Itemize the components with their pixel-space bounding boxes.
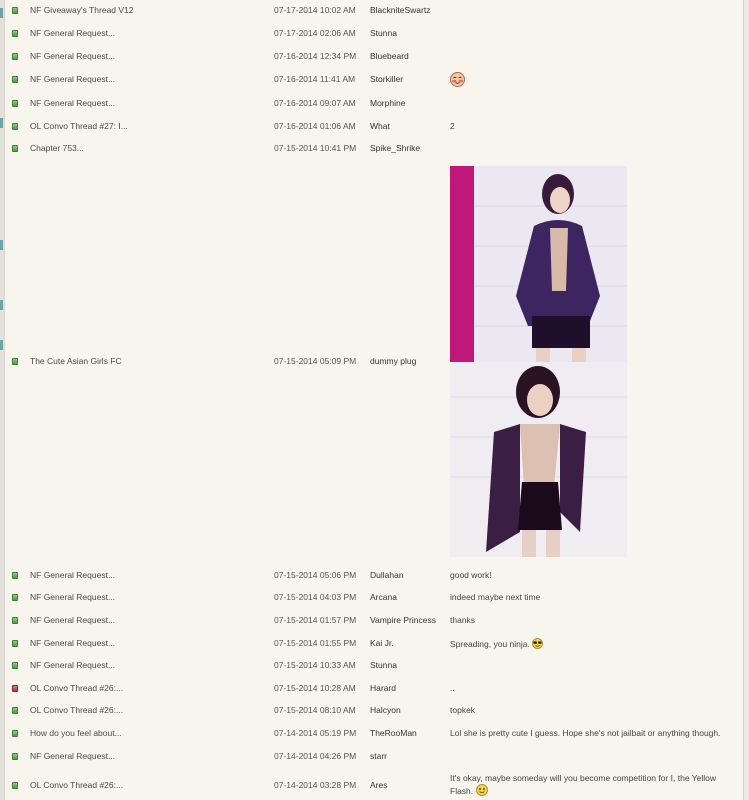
- user-link[interactable]: BlackniteSwartz: [370, 5, 430, 16]
- post-date: 07-15-2014 04:03 PM: [274, 592, 357, 602]
- post-preview: It's okay, maybe someday will you become…: [450, 772, 740, 797]
- status-icon: [12, 594, 18, 601]
- thread-link[interactable]: NF General Request...: [30, 751, 115, 762]
- user-link[interactable]: Vampire Princess: [370, 615, 436, 626]
- post-image[interactable]: [450, 166, 627, 362]
- status-icon: [12, 30, 18, 37]
- user-link[interactable]: Halcyon: [370, 705, 401, 716]
- thread-link[interactable]: Chapter 753...: [30, 143, 84, 154]
- post-date: 07-16-2014 01:06 AM: [274, 121, 356, 131]
- status-icon: [12, 782, 18, 789]
- post-date: 07-15-2014 01:57 PM: [274, 615, 357, 625]
- post-preview: [450, 72, 465, 90]
- post-preview: ..: [450, 683, 455, 693]
- post-text: It's okay, maybe someday will you become…: [450, 773, 717, 796]
- post-date: 07-17-2014 02:06 AM: [274, 28, 356, 38]
- post-date: 07-15-2014 10:33 AM: [274, 660, 356, 670]
- scrollbar[interactable]: [743, 0, 749, 800]
- post-date: 07-16-2014 12:34 PM: [274, 51, 357, 61]
- post-preview: Spreading, you ninja.: [450, 638, 544, 650]
- post-date: 07-17-2014 10:02 AM: [274, 5, 356, 15]
- status-icon: [12, 358, 18, 365]
- thread-link[interactable]: NF General Request...: [30, 592, 115, 603]
- edge-marker: [0, 8, 3, 18]
- user-link[interactable]: Stunna: [370, 28, 397, 39]
- thread-link[interactable]: OL Convo Thread #26:...: [30, 705, 123, 716]
- user-link[interactable]: Dullahan: [370, 570, 404, 581]
- status-icon: [12, 76, 18, 83]
- post-text: Spreading, you ninja.: [450, 639, 530, 649]
- performer-photo: [474, 166, 627, 362]
- thread-link[interactable]: OL Convo Thread #26:...: [30, 780, 123, 791]
- thread-link[interactable]: OL Convo Thread #26:...: [30, 683, 123, 694]
- user-link[interactable]: Morphine: [370, 98, 405, 109]
- blushing-face-icon: [450, 72, 465, 87]
- performer-photo: [450, 362, 627, 557]
- left-edge-bar: [0, 0, 5, 800]
- edge-marker: [0, 240, 3, 250]
- user-link[interactable]: What: [370, 121, 390, 132]
- status-icon: [12, 730, 18, 737]
- post-date: 07-15-2014 10:41 PM: [274, 143, 357, 153]
- status-icon: [12, 145, 18, 152]
- status-icon: [12, 640, 18, 647]
- thread-link[interactable]: The Cute Asian Girls FC: [30, 356, 122, 367]
- post-date: 07-15-2014 01:55 PM: [274, 638, 357, 648]
- post-preview: 2: [450, 121, 455, 131]
- post-date: 07-16-2014 11:41 AM: [274, 74, 356, 84]
- status-icon: [12, 617, 18, 624]
- thread-link[interactable]: NF General Request...: [30, 74, 115, 85]
- user-link[interactable]: Bluebeard: [370, 51, 409, 62]
- post-date: 07-15-2014 05:06 PM: [274, 570, 357, 580]
- post-date: 07-14-2014 05:19 PM: [274, 728, 357, 738]
- edge-marker: [0, 118, 3, 128]
- sunglasses-face-icon: [532, 638, 544, 649]
- status-icon: [12, 753, 18, 760]
- status-icon: [12, 707, 18, 714]
- status-icon: [12, 662, 18, 669]
- status-icon: [12, 100, 18, 107]
- post-preview: good work!: [450, 570, 492, 580]
- thread-link[interactable]: NF General Request...: [30, 98, 115, 109]
- thread-link[interactable]: NF General Request...: [30, 660, 115, 671]
- edge-marker: [0, 340, 3, 350]
- post-date: 07-15-2014 05:09 PM: [274, 356, 357, 366]
- status-icon: [12, 123, 18, 130]
- edge-marker: [0, 300, 3, 310]
- status-icon: [12, 685, 18, 692]
- status-icon: [12, 53, 18, 60]
- smiling-face-icon: [475, 784, 488, 796]
- thread-link[interactable]: NF General Request...: [30, 570, 115, 581]
- user-link[interactable]: Storkiller: [370, 74, 403, 85]
- post-date: 07-14-2014 03:28 PM: [274, 780, 357, 790]
- status-icon: [12, 572, 18, 579]
- post-preview: indeed maybe next time: [450, 592, 541, 602]
- thread-link[interactable]: NF General Request...: [30, 28, 115, 39]
- post-image[interactable]: [450, 362, 627, 557]
- user-link[interactable]: Arcana: [370, 592, 397, 603]
- post-preview: Lol she is pretty cute I guess. Hope she…: [450, 728, 721, 738]
- user-link[interactable]: Harard: [370, 683, 396, 694]
- user-link[interactable]: dummy plug: [370, 356, 416, 367]
- post-preview: topkek: [450, 705, 476, 715]
- user-link[interactable]: Ares: [370, 780, 387, 791]
- thread-link[interactable]: How do you feel about...: [30, 728, 122, 739]
- user-link[interactable]: Spike_Shrike: [370, 143, 420, 154]
- user-link[interactable]: Stunna: [370, 660, 397, 671]
- post-preview: thanks: [450, 615, 476, 625]
- thread-link[interactable]: NF General Request...: [30, 615, 115, 626]
- user-link[interactable]: TheRooMan: [370, 728, 417, 739]
- user-link[interactable]: starr: [370, 751, 387, 762]
- post-date: 07-15-2014 08:10 AM: [274, 705, 356, 715]
- thread-link[interactable]: OL Convo Thread #27: I...: [30, 121, 128, 132]
- thread-link[interactable]: NF General Request...: [30, 51, 115, 62]
- post-date: 07-14-2014 04:26 PM: [274, 751, 357, 761]
- post-date: 07-16-2014 09:07 AM: [274, 98, 356, 108]
- thread-link[interactable]: NF General Request...: [30, 638, 115, 649]
- thread-link[interactable]: NF Giveaway's Thread V12: [30, 5, 134, 16]
- status-icon: [12, 7, 18, 14]
- post-date: 07-15-2014 10:28 AM: [274, 683, 356, 693]
- user-link[interactable]: Kai Jr.: [370, 638, 394, 649]
